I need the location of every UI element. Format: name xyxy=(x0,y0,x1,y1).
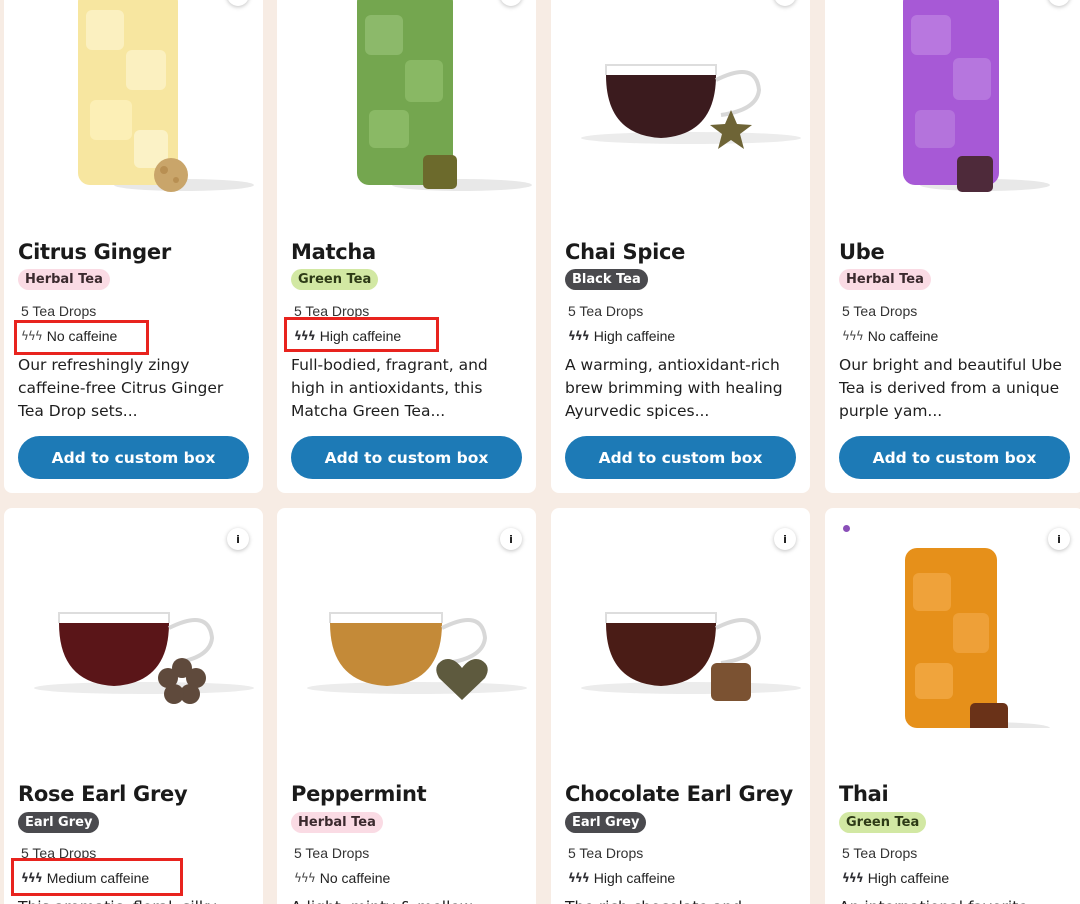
product-card-ube[interactable]: i Ube Herbal Tea 5 Tea Drops ϟϟϟ No caff… xyxy=(825,0,1080,493)
citrus-ginger-image xyxy=(78,0,254,192)
lightning-bolt-icon: ϟϟϟ xyxy=(842,329,864,343)
lightning-bolt-icon: ϟϟϟ xyxy=(568,871,590,885)
category-badge: Herbal Tea xyxy=(839,269,931,290)
product-card-matcha[interactable]: i Matcha Green Tea 5 Tea Drops ϟϟϟ High … xyxy=(277,0,536,493)
product-description: An international favorite... xyxy=(839,896,1074,904)
product-title[interactable]: Thai xyxy=(839,782,889,806)
product-card-chai-spice[interactable]: i Chai Spice Black Tea 5 Tea Drops ϟϟϟ H… xyxy=(551,0,810,493)
add-to-custom-box-button[interactable]: Add to custom box xyxy=(291,436,522,479)
lightning-bolt-icon: ϟϟϟ xyxy=(21,329,43,343)
add-to-custom-box-button[interactable]: Add to custom box xyxy=(18,436,249,479)
caffeine-level: ϟϟϟ High caffeine xyxy=(568,328,675,344)
caffeine-level: ϟϟϟ No caffeine xyxy=(842,328,938,344)
product-card-citrus-ginger[interactable]: i Citrus Ginger Herbal Tea 5 Tea Drops ϟ… xyxy=(4,0,263,493)
lightning-bolt-icon: ϟϟϟ xyxy=(568,329,590,343)
caffeine-label: High caffeine xyxy=(593,328,676,344)
add-to-custom-box-button[interactable]: Add to custom box xyxy=(565,436,796,479)
drops-count: 5 Tea Drops xyxy=(294,303,370,319)
product-description: A light, minty & mellow herbal... xyxy=(291,896,526,904)
category-badge: Earl Grey xyxy=(565,812,647,833)
peppermint-image xyxy=(307,612,527,700)
chai-spice-image xyxy=(581,64,801,149)
rose-earl-grey-image xyxy=(34,612,254,704)
product-title[interactable]: Matcha xyxy=(291,240,376,264)
category-badge: Earl Grey xyxy=(18,812,100,833)
category-badge: Green Tea xyxy=(291,269,379,290)
product-card-rose-earl-grey[interactable]: i Rose Earl Grey Earl Grey 5 Tea Drops ϟ… xyxy=(4,508,263,904)
product-description: Full-bodied, fragrant, and high in antio… xyxy=(291,356,488,420)
caffeine-level: ϟϟϟ Medium caffeine xyxy=(21,870,149,886)
product-description: A warming, antioxidant-rich brew brimmin… xyxy=(565,356,783,420)
drops-count: 5 Tea Drops xyxy=(842,845,918,861)
product-title[interactable]: Rose Earl Grey xyxy=(18,782,188,806)
product-description: The rich chocolate and natural... xyxy=(565,896,800,904)
product-title[interactable]: Chai Spice xyxy=(565,240,685,264)
category-badge: Herbal Tea xyxy=(291,812,383,833)
caffeine-label: High caffeine xyxy=(319,328,402,344)
lightning-bolt-icon: ϟϟϟ xyxy=(294,871,316,885)
product-description: Our refreshingly zingy caffeine-free Cit… xyxy=(18,356,224,420)
category-badge: Green Tea xyxy=(839,812,927,833)
drops-count: 5 Tea Drops xyxy=(21,303,97,319)
caffeine-level: ϟϟϟ No caffeine xyxy=(21,328,117,344)
product-card-peppermint[interactable]: i Peppermint Herbal Tea 5 Tea Drops ϟϟϟ … xyxy=(277,508,536,904)
drops-count: 5 Tea Drops xyxy=(568,845,644,861)
caffeine-level: ϟϟϟ No caffeine xyxy=(294,870,390,886)
lightning-bolt-icon: ϟϟϟ xyxy=(842,871,864,885)
caffeine-label: High caffeine xyxy=(593,870,676,886)
caffeine-label: High caffeine xyxy=(867,870,950,886)
chocolate-earl-grey-image xyxy=(581,612,801,701)
add-to-custom-box-button[interactable]: Add to custom box xyxy=(839,436,1070,479)
caffeine-label: Medium caffeine xyxy=(46,870,150,886)
product-title[interactable]: Ube xyxy=(839,240,885,264)
product-card-thai[interactable]: i Thai Green Tea 5 Tea Drops ϟϟϟ High ca… xyxy=(825,508,1080,904)
product-title[interactable]: Peppermint xyxy=(291,782,427,806)
drops-count: 5 Tea Drops xyxy=(21,845,97,861)
caffeine-level: ϟϟϟ High caffeine xyxy=(568,870,675,886)
product-title[interactable]: Chocolate Earl Grey xyxy=(565,782,793,806)
product-description: Our bright and beautiful Ube Tea is deri… xyxy=(839,356,1062,420)
caffeine-label: No caffeine xyxy=(867,328,939,344)
product-description: This aromatic, floral, silky... xyxy=(18,896,253,904)
category-badge: Black Tea xyxy=(565,269,648,290)
lightning-bolt-icon: ϟϟϟ xyxy=(294,329,316,343)
matcha-image xyxy=(357,0,532,191)
caffeine-level: ϟϟϟ High caffeine xyxy=(842,870,949,886)
caffeine-label: No caffeine xyxy=(319,870,391,886)
thai-image xyxy=(905,548,1050,728)
drops-count: 5 Tea Drops xyxy=(842,303,918,319)
ube-image xyxy=(903,0,1050,192)
drops-count: 5 Tea Drops xyxy=(294,845,370,861)
caffeine-level: ϟϟϟ High caffeine xyxy=(294,328,401,344)
category-badge: Herbal Tea xyxy=(18,269,110,290)
caffeine-label: No caffeine xyxy=(46,328,118,344)
drops-count: 5 Tea Drops xyxy=(568,303,644,319)
lightning-bolt-icon: ϟϟϟ xyxy=(21,871,43,885)
product-card-chocolate-earl-grey[interactable]: i Chocolate Earl Grey Earl Grey 5 Tea Dr… xyxy=(551,508,810,904)
product-title[interactable]: Citrus Ginger xyxy=(18,240,171,264)
